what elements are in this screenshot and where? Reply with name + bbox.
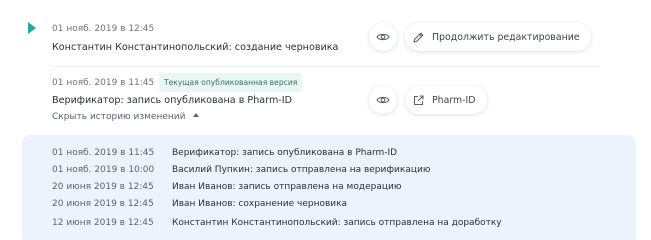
eye-icon xyxy=(376,33,390,41)
eye-icon xyxy=(376,96,390,104)
hide-history-label: Скрыть историю изменений xyxy=(52,112,186,122)
version-entry-published: 01 нояб. 2019 в 11:45 Текущая опубликова… xyxy=(0,66,651,136)
history-row: 01 нояб. 2019 в 10:00 Василий Пупкин: за… xyxy=(22,165,636,182)
pharm-id-button[interactable]: Pharm-ID xyxy=(405,86,487,114)
history-text: Верификатор: запись опубликована в Pharm… xyxy=(172,148,398,158)
panel-notch xyxy=(49,135,67,144)
version-entry-draft: 01 нояб. 2019 в 12:45 Константин Констан… xyxy=(0,0,651,66)
history-row: 20 июня 2019 в 12:45 Иван Иванов: запись… xyxy=(22,182,636,199)
pharm-id-label: Pharm-ID xyxy=(432,94,476,106)
history-date: 12 июня 2019 в 12:45 xyxy=(52,218,154,228)
view-button[interactable] xyxy=(369,23,397,51)
history-text: Василий Пупкин: запись отправлена на вер… xyxy=(172,165,431,175)
history-row: 01 нояб. 2019 в 11:45 Верификатор: запис… xyxy=(22,148,636,165)
history-text: Иван Иванов: запись отправлена на модера… xyxy=(172,182,402,192)
history-date: 01 нояб. 2019 в 10:00 xyxy=(52,165,155,175)
entry-date: 01 нояб. 2019 в 12:45 xyxy=(52,24,155,34)
entry-date: 01 нояб. 2019 в 11:45 xyxy=(52,78,155,88)
change-history-panel: 01 нояб. 2019 в 11:45 Верификатор: запис… xyxy=(22,135,636,240)
history-text: Иван Иванов: сохранение черновика xyxy=(172,199,348,209)
external-link-icon xyxy=(413,94,424,105)
entry-title: Верификатор: запись опубликована в Pharm… xyxy=(52,95,292,106)
history-row: 12 июня 2019 в 12:45 Константин Констант… xyxy=(22,218,636,235)
history-date: 20 июня 2019 в 12:45 xyxy=(52,199,154,209)
continue-editing-button[interactable]: Продолжить редактирование xyxy=(405,23,591,51)
history-row: 20 июня 2019 в 12:45 Иван Иванов: сохран… xyxy=(22,199,636,216)
continue-editing-label: Продолжить редактирование xyxy=(432,31,580,43)
history-date: 20 июня 2019 в 12:45 xyxy=(52,182,154,192)
hide-history-toggle[interactable]: Скрыть историю изменений xyxy=(52,112,200,122)
chevron-up-icon xyxy=(193,113,200,117)
current-version-badge: Текущая опубликованная версия xyxy=(159,73,303,92)
history-date: 01 нояб. 2019 в 11:45 xyxy=(52,148,155,158)
entry-title: Константин Константинопольский: создание… xyxy=(52,42,339,53)
view-button[interactable] xyxy=(369,86,397,114)
history-text: Константин Константинопольский: запись о… xyxy=(172,218,502,228)
pencil-icon xyxy=(413,32,424,43)
